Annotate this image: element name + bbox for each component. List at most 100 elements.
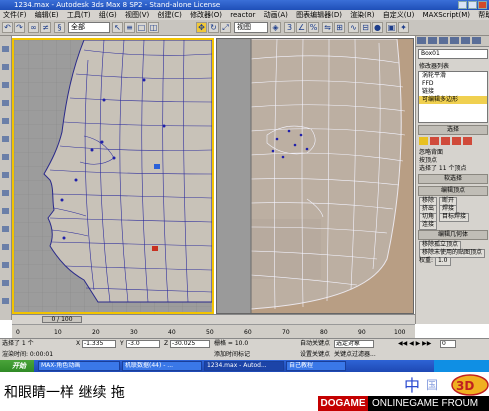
pivot-center-icon[interactable]: ◈ — [270, 22, 281, 33]
strip-button-icon[interactable] — [2, 280, 9, 286]
ignore-backfacing-checkbox[interactable]: 忽略背面 — [419, 149, 487, 156]
close-icon[interactable] — [478, 1, 487, 9]
select-rotate-icon[interactable]: ↻ — [208, 22, 219, 33]
element-mode-icon[interactable] — [463, 137, 472, 145]
strip-button-icon[interactable] — [2, 118, 9, 124]
stack-item-selected[interactable]: 可编辑多边形 — [419, 96, 487, 104]
utilities-tab-icon[interactable] — [472, 37, 481, 44]
start-button[interactable]: 开始 — [0, 360, 34, 372]
menu-help[interactable]: 帮助(H) — [475, 10, 489, 20]
link-icon[interactable]: ∞ — [28, 22, 39, 33]
select-move-icon[interactable]: ✥ — [196, 22, 207, 33]
strip-button-icon[interactable] — [2, 136, 9, 142]
modify-tab-icon[interactable] — [428, 37, 437, 44]
rollout-selection[interactable]: 选择 — [418, 125, 488, 135]
y-coord-field[interactable]: -3.0 — [126, 340, 160, 348]
minimize-icon[interactable] — [458, 1, 467, 9]
menu-graph-editors[interactable]: 图表编辑器(D) — [293, 10, 345, 20]
viewport-front[interactable] — [216, 38, 414, 314]
undo-icon[interactable]: ↶ — [2, 22, 13, 33]
set-key-button[interactable]: 设置关键点 — [300, 351, 330, 359]
material-editor-icon[interactable]: ● — [372, 22, 383, 33]
strip-button-icon[interactable] — [2, 46, 9, 52]
redo-icon[interactable]: ↷ — [14, 22, 25, 33]
ref-coord-dropdown[interactable]: 视图 — [234, 22, 268, 33]
add-time-tag-button[interactable]: 添加时间标记 — [214, 351, 250, 359]
key-filters-button[interactable]: 关键点过滤器... — [334, 351, 376, 359]
x-coord-field[interactable]: -1.335 — [82, 340, 116, 348]
select-by-name-icon[interactable]: ≡ — [124, 22, 135, 33]
rollout-soft-selection[interactable]: 软选择 — [418, 174, 488, 184]
menu-reactor[interactable]: reactor — [227, 10, 258, 20]
track-ruler[interactable]: 0 10 20 30 40 50 60 70 80 90 100 — [12, 324, 415, 339]
strip-button-icon[interactable] — [2, 262, 9, 268]
selection-filter-dropdown[interactable]: 全部 — [68, 22, 110, 33]
align-icon[interactable]: ⊞ — [334, 22, 345, 33]
menu-modifiers[interactable]: 修改器(O) — [187, 10, 225, 20]
z-coord-field[interactable]: -30.025 — [170, 340, 210, 348]
stack-item[interactable]: 涡轮平滑 — [419, 72, 487, 80]
object-name-field[interactable]: Box01 — [418, 49, 488, 59]
viewport-left[interactable] — [12, 38, 214, 314]
strip-button-icon[interactable] — [2, 226, 9, 232]
maximize-icon[interactable] — [468, 1, 477, 9]
time-slider[interactable]: 0 / 100 — [42, 316, 82, 323]
snap-icon[interactable]: 3 — [284, 22, 295, 33]
strip-button-icon[interactable] — [2, 100, 9, 106]
angle-snap-icon[interactable]: ∠ — [296, 22, 307, 33]
strip-button-icon[interactable] — [2, 154, 9, 160]
menu-group[interactable]: 组(G) — [96, 10, 120, 20]
rollout-edit-vertices[interactable]: 编辑顶点 — [418, 186, 488, 196]
by-vertex-checkbox[interactable]: 按顶点 — [419, 157, 487, 164]
window-crossing-icon[interactable]: ◫ — [148, 22, 159, 33]
render-scene-icon[interactable]: ▣ — [386, 22, 397, 33]
playback-controls[interactable]: ◀◀ ◀ ▶ ▶▶ — [398, 340, 431, 348]
menu-tools[interactable]: 工具(T) — [64, 10, 94, 20]
polygon-mode-icon[interactable] — [452, 137, 461, 145]
select-scale-icon[interactable]: ⤢ — [220, 22, 231, 33]
strip-button-icon[interactable] — [2, 82, 9, 88]
curve-editor-icon[interactable]: ∿ — [348, 22, 359, 33]
unlink-icon[interactable]: ≠ — [40, 22, 51, 33]
schematic-view-icon[interactable]: ⊟ — [360, 22, 371, 33]
strip-button-icon[interactable] — [2, 298, 9, 304]
menu-customize[interactable]: 自定义(U) — [380, 10, 418, 20]
menu-edit[interactable]: 编辑(E) — [32, 10, 62, 20]
edge-mode-icon[interactable] — [430, 137, 439, 145]
auto-key-button[interactable]: 自动关键点 — [300, 340, 330, 348]
create-tab-icon[interactable] — [417, 37, 426, 44]
taskbar-item[interactable]: 机联数据(44) - ... — [122, 361, 202, 371]
menu-maxscript[interactable]: MAXScript(M) — [420, 10, 473, 20]
percent-snap-icon[interactable]: % — [308, 22, 319, 33]
strip-button-icon[interactable] — [2, 190, 9, 196]
taskbar-item-active[interactable]: 1234.max - Autod... — [204, 361, 284, 371]
strip-button-icon[interactable] — [2, 64, 9, 70]
connect-button[interactable]: 连接 — [419, 221, 438, 230]
current-frame-field[interactable]: 0 — [440, 340, 456, 348]
stack-item[interactable]: 链接 — [419, 88, 487, 96]
display-tab-icon[interactable] — [461, 37, 470, 44]
modifier-list-dropdown[interactable]: 修改器列表 — [419, 61, 487, 70]
menu-views[interactable]: 视图(V) — [122, 10, 152, 20]
strip-button-icon[interactable] — [2, 172, 9, 178]
motion-tab-icon[interactable] — [450, 37, 459, 44]
quick-render-icon[interactable]: ✦ — [398, 22, 409, 33]
menu-animation[interactable]: 动画(A) — [261, 10, 291, 20]
vertex-mode-icon[interactable] — [419, 137, 428, 145]
stack-item[interactable]: FFD — [419, 80, 487, 88]
taskbar-item[interactable]: MAX-角色动画 — [38, 361, 120, 371]
hierarchy-tab-icon[interactable] — [439, 37, 448, 44]
strip-button-icon[interactable] — [2, 244, 9, 250]
select-icon[interactable]: ↖ — [112, 22, 123, 33]
selected-object-dropdown[interactable]: 选定对象 — [334, 340, 374, 348]
menu-create[interactable]: 创建(C) — [154, 10, 184, 20]
menu-rendering[interactable]: 渲染(R) — [347, 10, 377, 20]
bind-space-warp-icon[interactable]: § — [54, 22, 65, 33]
menu-file[interactable]: 文件(F) — [0, 10, 30, 20]
modifier-stack[interactable]: 涡轮平滑 FFD 链接 可编辑多边形 — [418, 71, 488, 123]
target-weld-button[interactable]: 目标焊接 — [439, 213, 470, 222]
rollout-edit-geometry[interactable]: 编辑几何体 — [418, 230, 488, 240]
mirror-icon[interactable]: ⇋ — [322, 22, 333, 33]
strip-button-icon[interactable] — [2, 208, 9, 214]
weight-field[interactable]: 1.0 — [434, 257, 451, 266]
